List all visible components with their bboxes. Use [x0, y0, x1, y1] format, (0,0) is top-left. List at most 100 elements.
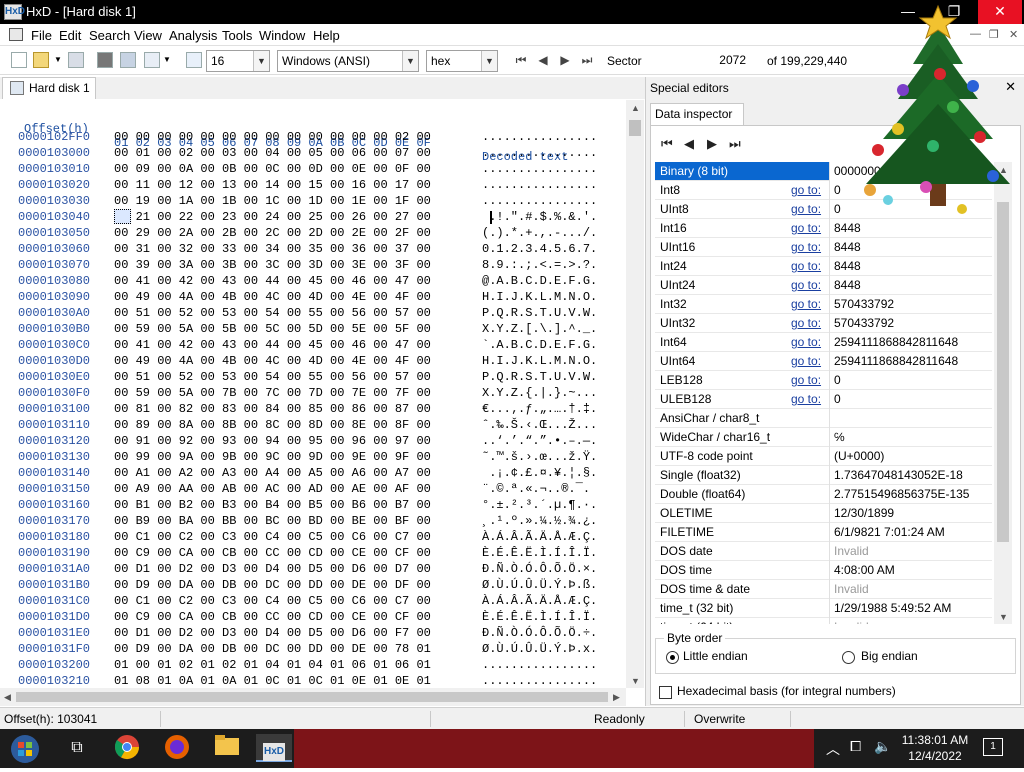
row-bytes[interactable]: 00 C1 00 C2 00 C3 00 C4 00 C5 00 C6 00 C… [114, 594, 431, 608]
sector-input[interactable]: 2072 [650, 53, 746, 67]
row-bytes[interactable]: 01 08 01 0A 01 0A 01 0C 01 0C 01 0E 01 0… [114, 674, 431, 688]
row-bytes[interactable]: 00 D1 00 D2 00 D3 00 D4 00 D5 00 D6 00 D… [114, 562, 431, 576]
hex-row[interactable]: 0000103070 00 39 00 3A 00 3B 00 3C 00 3D … [0, 258, 626, 274]
scroll-thumb[interactable] [629, 120, 641, 136]
inspector-row[interactable]: Int64 go to: 2594111868842811648 [655, 333, 992, 352]
hex-row[interactable]: 0000103040 00 21 00 22 00 23 00 24 00 25 … [0, 210, 626, 226]
chevron-up-icon[interactable]: ︿ [826, 739, 840, 759]
next-icon[interactable]: ▶ [707, 136, 717, 152]
row-bytes[interactable]: 00 D1 00 D2 00 D3 00 D4 00 D5 00 D6 00 F… [114, 626, 431, 640]
go-to-link[interactable]: go to: [791, 316, 821, 330]
inspector-value[interactable]: 6/1/9821 7:01:24 AM [829, 523, 992, 542]
hex-row[interactable]: 0000103190 00 C9 00 CA 00 CB 00 CC 00 CD … [0, 546, 626, 562]
inspector-value[interactable]: Invalid [829, 542, 992, 561]
go-to-link[interactable]: go to: [791, 278, 821, 292]
inspector-row[interactable]: UInt16 go to: 8448 [655, 238, 992, 257]
inspector-value[interactable] [829, 409, 992, 428]
scroll-down-icon[interactable]: ▼ [999, 612, 1008, 622]
row-decoded-text[interactable]: `.A.B.C.D.E.F.G. [482, 338, 597, 352]
firefox-icon[interactable] [162, 734, 192, 762]
inspector-value[interactable]: 1/29/1988 5:49:52 AM [829, 599, 992, 618]
hex-row[interactable]: 00001031C0 00 C1 00 C2 00 C3 00 C4 00 C5 … [0, 594, 626, 610]
row-bytes[interactable]: 00 21 00 22 00 23 00 24 00 25 00 26 00 2… [114, 210, 431, 224]
inspector-value[interactable]: 570433792 [829, 295, 992, 314]
menu-search[interactable]: Search [89, 28, 130, 43]
row-decoded-text[interactable]: ................ [482, 146, 597, 160]
hex-row[interactable]: 0000103150 00 A9 00 AA 00 AB 00 AC 00 AD … [0, 482, 626, 498]
inspector-value[interactable]: Invalid [829, 618, 992, 624]
inspector-value[interactable]: ℅ [829, 428, 992, 447]
inspector-value[interactable]: 570433792 [829, 314, 992, 333]
row-bytes[interactable]: 00 81 00 82 00 83 00 84 00 85 00 86 00 8… [114, 402, 431, 416]
row-bytes[interactable]: 00 29 00 2A 00 2B 00 2C 00 2D 00 2E 00 2… [114, 226, 431, 240]
menu-analysis[interactable]: Analysis [169, 28, 217, 43]
notifications-icon[interactable]: 1 [983, 738, 1003, 756]
inspector-value[interactable]: 8448 [829, 257, 992, 276]
open-disk-icon[interactable] [97, 52, 113, 68]
previous-icon[interactable]: ◀ [684, 136, 694, 152]
menu-tools[interactable]: Tools [222, 28, 252, 43]
inspector-value[interactable]: 2594111868842811648 [829, 352, 992, 371]
go-to-link[interactable]: go to: [791, 221, 821, 235]
task-view-icon[interactable]: ⧉ [62, 734, 92, 762]
row-decoded-text[interactable]: ................ [482, 194, 597, 208]
first-sector-icon[interactable]: ⏮ [513, 52, 529, 68]
go-to-link[interactable]: go to: [791, 259, 821, 273]
inspector-row[interactable]: OLETIME 12/30/1899 [655, 504, 992, 523]
row-decoded-text[interactable]: ................ [482, 658, 597, 672]
inspector-row[interactable]: Int24 go to: 8448 [655, 257, 992, 276]
row-decoded-text[interactable]: X.Y.Z.{.|.}.~... [482, 386, 597, 400]
hex-row[interactable]: 0000103020 00 11 00 12 00 13 00 14 00 15 … [0, 178, 626, 194]
row-decoded-text[interactable]: ˆ.‰.Š.‹.Œ...Ž... [482, 418, 597, 432]
hex-row[interactable]: 00001030D0 00 49 00 4A 00 4B 00 4C 00 4D … [0, 354, 626, 370]
hex-row[interactable]: 0000103160 00 B1 00 B2 00 B3 00 B4 00 B5 … [0, 498, 626, 514]
row-bytes[interactable]: 00 A9 00 AA 00 AB 00 AC 00 AD 00 AE 00 A… [114, 482, 431, 496]
go-to-link[interactable]: go to: [791, 297, 821, 311]
hex-row[interactable]: 0000103140 00 A1 00 A2 00 A3 00 A4 00 A5 … [0, 466, 626, 482]
network-icon[interactable]: ⧠ [850, 738, 861, 755]
start-button[interactable] [8, 734, 42, 763]
row-decoded-text[interactable]: .¡.¢.£.¤.¥.¦.§. [482, 466, 597, 480]
data-inspector-scrollbar[interactable]: ▲ ▼ [994, 162, 1012, 624]
volume-icon[interactable]: 🔈 [874, 738, 891, 755]
big-endian-label[interactable]: Big endian [861, 649, 918, 663]
row-bytes[interactable]: 00 59 00 5A 00 7B 00 7C 00 7D 00 7E 00 7… [114, 386, 431, 400]
row-bytes[interactable]: 00 01 00 02 00 03 00 04 00 05 00 06 00 0… [114, 146, 431, 160]
row-decoded-text[interactable]: ..‘.’.“.”.•.–.—. [482, 434, 597, 448]
hex-row[interactable]: 0000103200 01 00 01 02 01 02 01 04 01 04 … [0, 658, 626, 674]
inspector-row[interactable]: DOS date Invalid [655, 542, 992, 561]
row-decoded-text[interactable]: 0.1.2.3.4.5.6.7. [482, 242, 597, 256]
inspector-row[interactable]: ULEB128 go to: 0 [655, 390, 992, 409]
row-decoded-text[interactable]: Ð.Ñ.Ò.Ó.Ô.Õ.Ö.×. [482, 562, 597, 576]
hex-row[interactable]: 0000103090 00 49 00 4A 00 4B 00 4C 00 4D … [0, 290, 626, 306]
inspector-row[interactable]: DOS time 4:08:00 AM [655, 561, 992, 580]
hex-basis-label[interactable]: Hexadecimal basis (for integral numbers) [677, 684, 896, 698]
go-to-link[interactable]: go to: [791, 392, 821, 406]
row-decoded-text[interactable]: ................ [482, 178, 597, 192]
row-bytes[interactable]: 00 11 00 12 00 13 00 14 00 15 00 16 00 1… [114, 178, 431, 192]
row-bytes[interactable]: 00 89 00 8A 00 8B 00 8C 00 8D 00 8E 00 8… [114, 418, 431, 432]
hxd-taskbar-icon[interactable]: HxD [256, 734, 292, 762]
previous-sector-icon[interactable]: ◀ [535, 52, 551, 68]
inspector-row[interactable]: UInt24 go to: 8448 [655, 276, 992, 295]
row-decoded-text[interactable]: 8.9.:.;.<.=.>.?. [482, 258, 597, 272]
go-to-link[interactable]: go to: [791, 373, 821, 387]
big-endian-radio[interactable] [842, 651, 855, 664]
go-to-link[interactable]: go to: [791, 240, 821, 254]
row-bytes[interactable]: 00 41 00 42 00 43 00 44 00 45 00 46 00 4… [114, 338, 431, 352]
chrome-icon[interactable] [112, 734, 142, 762]
inspector-value[interactable]: 8448 [829, 238, 992, 257]
go-to-link[interactable]: go to: [791, 354, 821, 368]
go-to-link[interactable]: go to: [791, 335, 821, 349]
inspector-value[interactable]: 2594111868842811648 [829, 333, 992, 352]
hex-row[interactable]: 0000103100 00 81 00 82 00 83 00 84 00 85 … [0, 402, 626, 418]
tools-dropdown-icon[interactable]: ▼ [163, 55, 171, 64]
inspector-row[interactable]: AnsiChar / char8_t [655, 409, 992, 428]
hex-row[interactable]: 0000103010 00 09 00 0A 00 0B 00 0C 00 0D … [0, 162, 626, 178]
inspector-value[interactable]: 0 [829, 390, 992, 409]
row-bytes[interactable]: 00 59 00 5A 00 5B 00 5C 00 5D 00 5E 00 5… [114, 322, 431, 336]
hex-row[interactable]: 0000103080 00 41 00 42 00 43 00 44 00 45 … [0, 274, 626, 290]
row-bytes[interactable]: 00 49 00 4A 00 4B 00 4C 00 4D 00 4E 00 4… [114, 354, 431, 368]
file-tools-icon[interactable] [144, 52, 160, 68]
open-ram-icon[interactable] [120, 52, 136, 68]
